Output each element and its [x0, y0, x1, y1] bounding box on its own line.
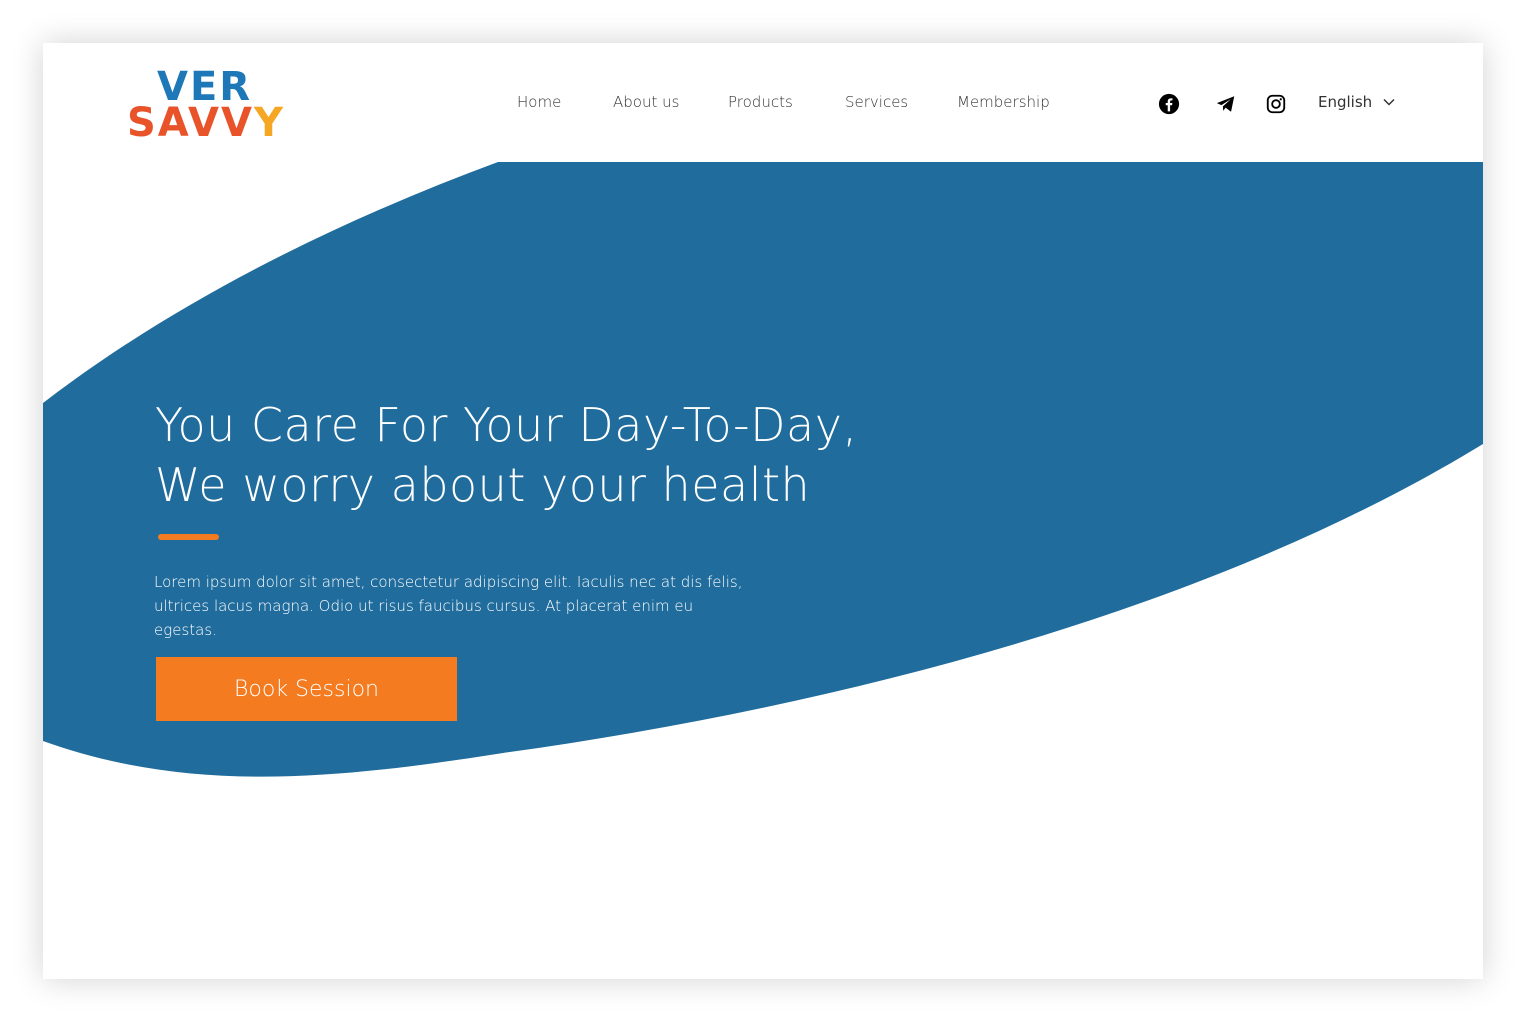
logo-text-bottom-accent: Y [253, 100, 285, 146]
logo-text-bottom-main: SAVV [127, 100, 254, 146]
nav-item-services[interactable]: Services [845, 93, 908, 111]
facebook-icon[interactable] [1158, 93, 1180, 115]
accent-divider [158, 534, 219, 540]
hero-headline-line1: You Care For Your Day-To-Day, [155, 398, 858, 452]
telegram-icon[interactable] [1215, 93, 1237, 115]
book-session-button[interactable]: Book Session [156, 657, 457, 721]
page-frame: VER SAVVY Home About us Products Service… [43, 43, 1483, 979]
nav-item-products[interactable]: Products [728, 93, 793, 111]
hero-description: Lorem ipsum dolor sit amet, consectetur … [154, 573, 743, 639]
logo-text-bottom: SAVVY [127, 103, 285, 143]
hero-headline-line2: We worry about your health [155, 458, 811, 512]
brand-logo[interactable]: VER SAVVY [127, 63, 297, 143]
language-selector[interactable]: English [1318, 93, 1396, 111]
nav-item-home[interactable]: Home [517, 93, 561, 111]
hero-headline: You Care For Your Day-To-Day, We worry a… [155, 395, 858, 515]
nav-item-about-us[interactable]: About us [613, 93, 679, 111]
instagram-icon[interactable] [1265, 93, 1287, 115]
language-label: English [1318, 93, 1373, 111]
nav-item-membership[interactable]: Membership [957, 93, 1050, 111]
chevron-down-icon [1383, 98, 1395, 106]
